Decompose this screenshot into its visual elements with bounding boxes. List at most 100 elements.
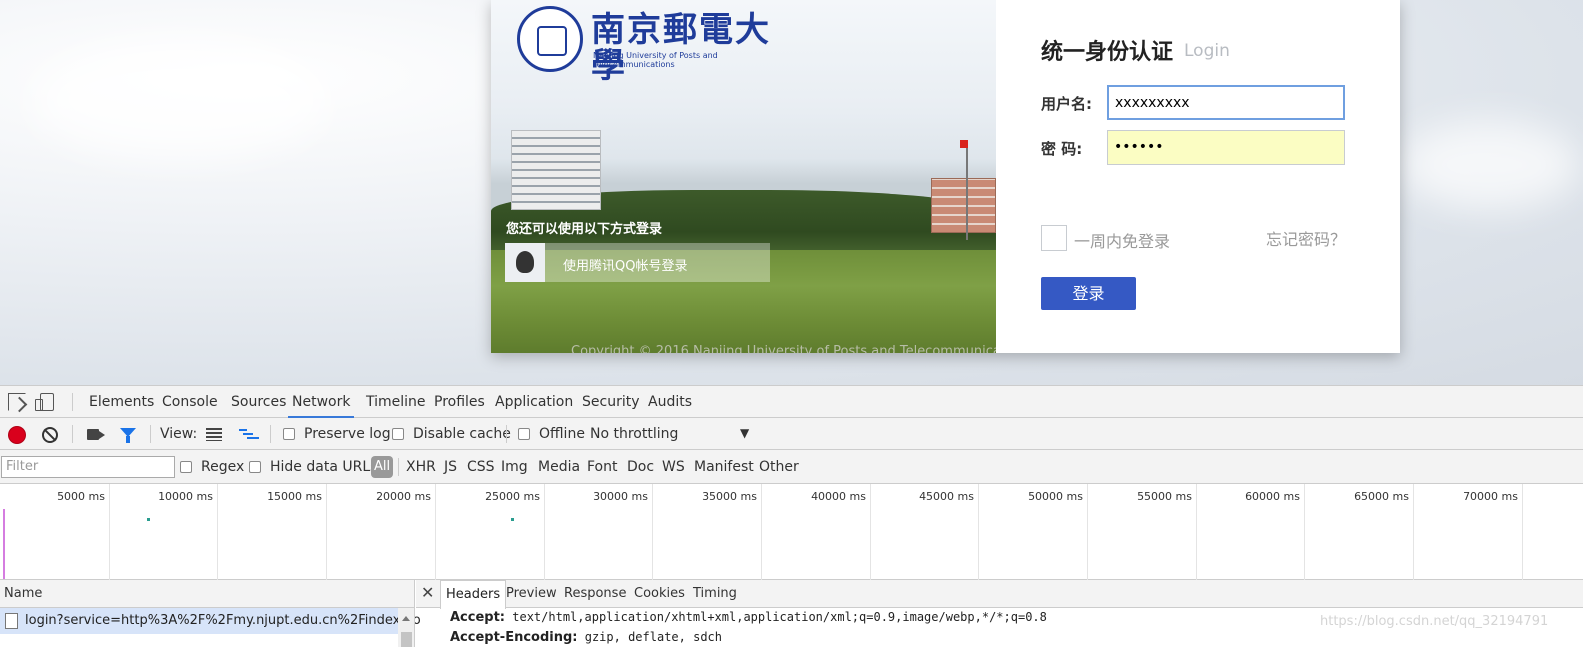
timeline-tick-label: 70000 ms (1463, 490, 1518, 503)
tab-timing[interactable]: Timing (693, 586, 737, 601)
form-title: 统一身份认证 (1041, 39, 1174, 65)
qq-icon (505, 243, 545, 282)
request-name: login?service=http%3A%2F%2Fmy.njupt.edu.… (25, 613, 421, 628)
waterfall-view-icon[interactable] (239, 428, 259, 441)
type-filter-manifest[interactable]: Manifest (694, 459, 754, 475)
disable-cache-checkbox[interactable] (392, 428, 404, 440)
type-filter-doc[interactable]: Doc (627, 459, 654, 475)
grid-line (109, 484, 110, 580)
tab-application[interactable]: Application (495, 386, 573, 418)
header-line: Accept-Encoding: gzip, deflate, sdch (450, 630, 722, 645)
timeline-tick-label: 5000 ms (57, 490, 105, 503)
university-seal-icon (517, 6, 583, 72)
login-button[interactable]: 登录 (1041, 277, 1136, 310)
devtools-tabbar: Elements Console Sources Network Timelin… (0, 386, 1583, 418)
tab-cookies[interactable]: Cookies (634, 586, 685, 601)
hide-data-urls-label: Hide data URLs (270, 459, 378, 475)
password-label: 密 码: (1041, 140, 1083, 158)
type-filter-media[interactable]: Media (538, 459, 580, 475)
timeline-tick-label: 10000 ms (158, 490, 213, 503)
type-filter-css[interactable]: CSS (467, 459, 495, 475)
network-overview[interactable]: 5000 ms 10000 ms 15000 ms 20000 ms 25000 ms 3… (0, 484, 1583, 580)
grid-line (326, 484, 327, 580)
grid-line (978, 484, 979, 580)
type-filter-other[interactable]: Other (759, 459, 799, 475)
password-input[interactable]: •••••• (1107, 130, 1345, 165)
type-filter-ws[interactable]: WS (662, 459, 685, 475)
copyright-text: Copyright © 2016 Nanjing University of P… (571, 344, 996, 353)
type-filter-all[interactable]: All (371, 456, 393, 478)
filter-bar: Filter Regex Hide data URLs All XHR JS C… (0, 450, 1583, 484)
username-label: 用户名: (1041, 95, 1092, 113)
tab-sources[interactable]: Sources (231, 386, 286, 418)
tab-response[interactable]: Response (564, 586, 626, 601)
type-filter-font[interactable]: Font (587, 459, 617, 475)
detail-tabbar: ✕ Headers Preview Response Cookies Timin… (416, 580, 1583, 609)
record-icon[interactable] (9, 427, 25, 443)
timeline-tick-label: 50000 ms (1028, 490, 1083, 503)
regex-label: Regex (201, 459, 245, 475)
login-page: 南京郵電大學 Nanjing University of Posts and T… (0, 0, 1583, 385)
form-title-en: Login (1184, 41, 1230, 61)
filter-input[interactable]: Filter (1, 456, 175, 478)
disable-cache-label: Disable cache (413, 426, 511, 442)
header-key: Accept: (450, 610, 506, 625)
tab-network[interactable]: Network (288, 386, 355, 418)
header-key: Accept-Encoding: (450, 630, 578, 645)
campus-photo: 南京郵電大學 Nanjing University of Posts and T… (491, 0, 996, 353)
timeline-tick-label: 15000 ms (267, 490, 322, 503)
type-filter-img[interactable]: Img (501, 459, 528, 475)
view-label: View: (160, 426, 198, 442)
request-dot (147, 518, 150, 521)
devtools-panel: Elements Console Sources Network Timelin… (0, 385, 1583, 647)
preserve-log-checkbox[interactable] (283, 428, 295, 440)
tab-timeline[interactable]: Timeline (366, 386, 426, 418)
chevron-down-icon[interactable]: ▼ (740, 426, 749, 440)
qq-login-button[interactable]: 使用腾讯QQ帐号登录 (505, 243, 770, 282)
timeline-tick-label: 60000 ms (1245, 490, 1300, 503)
university-logo: 南京郵電大學 Nanjing University of Posts and T… (517, 6, 797, 84)
capture-screenshots-icon[interactable] (87, 429, 105, 440)
inspect-element-icon[interactable] (8, 393, 26, 411)
tab-preview[interactable]: Preview (506, 586, 557, 601)
filter-icon[interactable] (120, 428, 136, 443)
logo-cn-name: 南京郵電大學 (591, 10, 771, 86)
scrollbar[interactable] (398, 608, 415, 647)
timeline-tick-label: 30000 ms (593, 490, 648, 503)
remember-checkbox[interactable] (1041, 225, 1067, 251)
alt-login-title: 您还可以使用以下方式登录 (506, 222, 663, 237)
table-row[interactable]: login?service=http%3A%2F%2Fmy.njupt.edu.… (0, 608, 421, 634)
username-input[interactable]: xxxxxxxxx (1107, 85, 1345, 120)
login-form: 统一身份认证 Login 用户名: xxxxxxxxx 密 码: •••••• … (1041, 0, 1400, 353)
tab-headers[interactable]: Headers (440, 580, 507, 609)
type-filter-xhr[interactable]: XHR (406, 459, 436, 475)
header-line: Accept: text/html,application/xhtml+xml,… (450, 610, 1047, 625)
header-value: gzip, deflate, sdch (584, 630, 723, 644)
hide-data-urls-checkbox[interactable] (249, 461, 261, 473)
type-filter-js[interactable]: JS (444, 459, 457, 475)
grid-line (870, 484, 871, 580)
regex-checkbox[interactable] (180, 461, 192, 473)
grid-line (217, 484, 218, 580)
list-view-icon[interactable] (206, 428, 222, 441)
offline-checkbox[interactable] (518, 428, 530, 440)
clear-icon[interactable] (42, 427, 58, 443)
grid-line (544, 484, 545, 580)
tab-elements[interactable]: Elements (89, 386, 154, 418)
tab-profiles[interactable]: Profiles (434, 386, 485, 418)
header-value: text/html,application/xhtml+xml,applicat… (512, 610, 1047, 624)
grid-line (1304, 484, 1305, 580)
device-toolbar-icon[interactable] (35, 393, 54, 411)
qq-login-label: 使用腾讯QQ帐号登录 (563, 259, 688, 274)
offline-label: Offline (539, 426, 585, 442)
tab-console[interactable]: Console (162, 386, 218, 418)
throttling-select[interactable]: No throttling (590, 426, 678, 442)
timeline-tick-label: 45000 ms (919, 490, 974, 503)
timeline-tick-label: 35000 ms (702, 490, 757, 503)
document-icon (5, 613, 18, 629)
tab-audits[interactable]: Audits (648, 386, 692, 418)
close-icon[interactable]: ✕ (421, 583, 434, 602)
tab-security[interactable]: Security (582, 386, 640, 418)
forgot-password-link[interactable]: 忘记密码？ (1266, 226, 1346, 250)
name-column-header[interactable]: Name (0, 580, 415, 608)
